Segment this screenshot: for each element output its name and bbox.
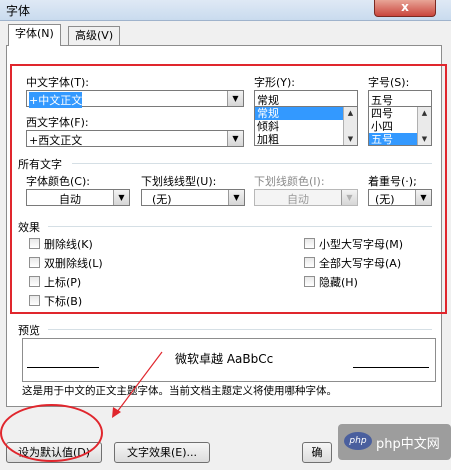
tab-font[interactable]: 字体(N) bbox=[8, 24, 61, 46]
annotation-arrow bbox=[112, 351, 163, 418]
tab-font-label: 字体(N) bbox=[15, 27, 54, 40]
arrow-shaft bbox=[116, 351, 163, 413]
